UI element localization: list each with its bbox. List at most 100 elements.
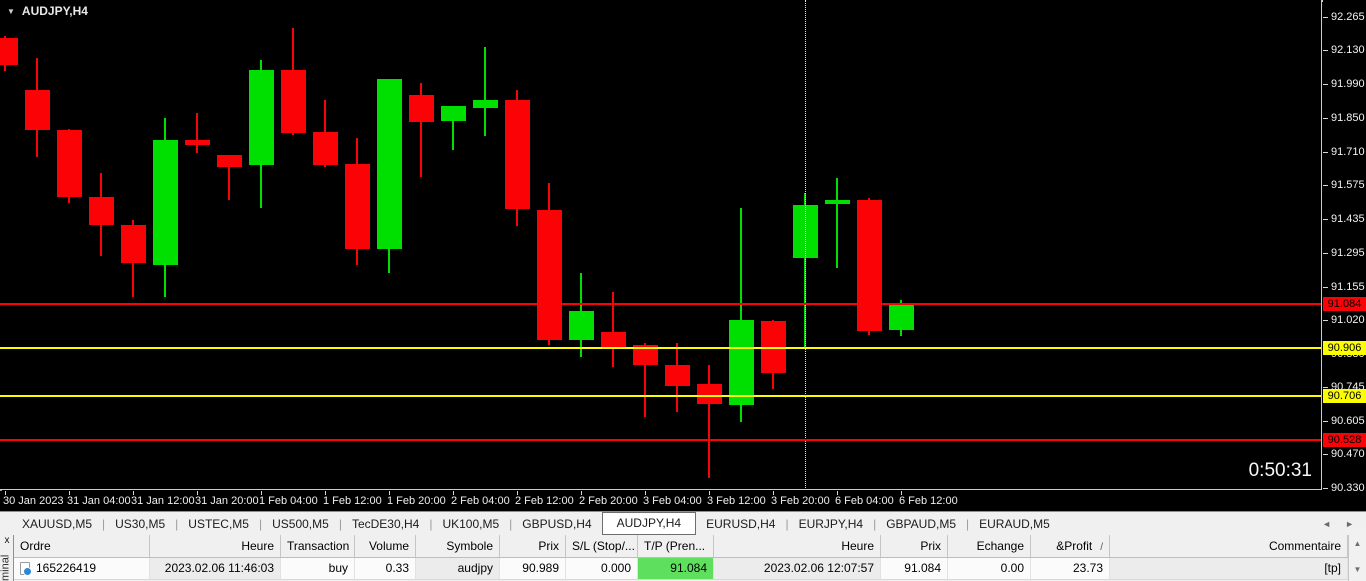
price-tick-label: 91.710	[1331, 146, 1365, 158]
column-header-volume[interactable]: Volume	[355, 535, 416, 557]
column-header-profit[interactable]: &Profit /	[1031, 535, 1110, 557]
price-tick-mark	[1323, 387, 1328, 388]
column-header-tp[interactable]: T/P (Pren...	[638, 535, 714, 557]
order-document-icon	[20, 562, 32, 576]
time-axis[interactable]: 30 Jan 2023 31 Jan 04:00 31 Jan 12:00 31 Ja…	[0, 491, 1322, 511]
chart-tab-euraud-m5[interactable]: EURAUD,M5	[969, 514, 1060, 534]
price-tick-mark	[1323, 421, 1328, 422]
cell-commentaire: [tp]	[1110, 558, 1348, 579]
time-tick-label: 31 Jan 20:00	[195, 495, 259, 507]
symbol-period-text: AUDJPY,H4	[21, 4, 88, 18]
price-tick-mark	[1323, 219, 1328, 220]
candle-body	[89, 197, 114, 225]
time-tick-label: 30 Jan 2023	[3, 495, 64, 507]
tab-nav: ◄ ►	[1322, 519, 1366, 529]
chart-tab-gbpusd-h4[interactable]: GBPUSD,H4	[512, 514, 601, 534]
scroll-down-icon[interactable]: ▼	[1351, 563, 1364, 576]
terminal-panel: x Terminal Ordre Heure Transaction Volume Sy…	[0, 535, 1366, 581]
price-tick-label: 90.330	[1331, 482, 1365, 494]
chart-plot-area[interactable]: ▼ AUDJPY,H4 0:50:31	[0, 0, 1322, 490]
order-row[interactable]: 165226419 2023.02.06 11:46:03 buy 0.33 audjp…	[14, 558, 1348, 580]
scroll-up-icon[interactable]: ▲	[1351, 537, 1364, 550]
time-tick-label: 6 Feb 04:00	[835, 495, 894, 507]
candle-wick	[196, 113, 198, 153]
candle-body	[505, 100, 530, 209]
time-tick-label: 2 Feb 20:00	[579, 495, 638, 507]
candle-body	[601, 332, 626, 347]
candle-body	[313, 132, 338, 165]
price-tick-mark	[1323, 118, 1328, 119]
column-header-heure2[interactable]: Heure	[714, 535, 881, 557]
time-tick-label: 1 Feb 20:00	[387, 495, 446, 507]
price-axis[interactable]: 92.265 92.130 91.990 91.850 91.710 91.575 91.4…	[1323, 0, 1366, 511]
price-level-line[interactable]	[0, 439, 1321, 441]
chart-tab-us500-m5[interactable]: US500,M5	[262, 514, 339, 534]
price-level-line[interactable]	[0, 303, 1321, 305]
cell-profit: 23.73	[1031, 558, 1110, 579]
time-tick-label: 2 Feb 04:00	[451, 495, 510, 507]
column-header-prix[interactable]: Prix	[500, 535, 566, 557]
tab-scroll-left-icon[interactable]: ◄	[1322, 519, 1331, 529]
column-header-transaction[interactable]: Transaction	[281, 535, 355, 557]
time-tick-label: 31 Jan 04:00	[67, 495, 131, 507]
time-tick-label: 3 Feb 20:00	[771, 495, 830, 507]
chart-tab-tecde30-h4[interactable]: TecDE30,H4	[342, 514, 429, 534]
candle-body	[665, 365, 690, 386]
price-tick-mark	[1323, 185, 1328, 186]
price-tick-mark	[1323, 253, 1328, 254]
chart-tab-eurusd-h4[interactable]: EURUSD,H4	[696, 514, 785, 534]
candle-body	[889, 304, 914, 330]
cell-tp: 91.084	[638, 558, 714, 579]
time-tick-label: 3 Feb 12:00	[707, 495, 766, 507]
cell-transaction: buy	[281, 558, 355, 579]
price-tick-label: 91.155	[1331, 281, 1365, 293]
column-header-heure[interactable]: Heure	[150, 535, 281, 557]
price-tick-label: 91.575	[1331, 179, 1365, 191]
chart-symbol-label[interactable]: ▼ AUDJPY,H4	[7, 4, 88, 18]
candle-body	[345, 164, 370, 249]
column-header-symbole[interactable]: Symbole	[416, 535, 500, 557]
chart-tab-uk100-m5[interactable]: UK100,M5	[432, 514, 509, 534]
column-header-echange[interactable]: Echange	[948, 535, 1031, 557]
orders-table: Ordre Heure Transaction Volume Symbole Prix S/…	[14, 535, 1348, 580]
price-tick-mark	[1323, 84, 1328, 85]
sort-indicator: /	[1100, 542, 1103, 553]
day-separator-line	[805, 0, 806, 489]
price-tick-mark	[1323, 287, 1328, 288]
price-tick-label: 91.990	[1331, 78, 1365, 90]
terminal-side-title: Terminal	[0, 554, 12, 581]
chart-tab-ustec-m5[interactable]: USTEC,M5	[178, 514, 259, 534]
chart-tab-xauusd-m5[interactable]: XAUUSD,M5	[12, 514, 102, 534]
chart-tab-gbpaud-m5[interactable]: GBPAUD,M5	[876, 514, 966, 534]
chart-tab-eurjpy-h4[interactable]: EURJPY,H4	[789, 514, 873, 534]
chart-tab-audjpy-h4[interactable]: AUDJPY,H4	[601, 511, 697, 535]
candle-wick	[484, 47, 486, 136]
column-header-prix2[interactable]: Prix	[881, 535, 948, 557]
candle-body	[729, 320, 754, 405]
chart-tab-us30-m5[interactable]: US30,M5	[105, 514, 175, 534]
price-tick-mark	[1323, 320, 1328, 321]
price-tick-label: 90.470	[1331, 448, 1365, 460]
price-tick-label: 91.295	[1331, 247, 1365, 259]
price-tick-label: 91.850	[1331, 112, 1365, 124]
candle-body	[825, 200, 850, 204]
column-header-commentaire[interactable]: Commentaire	[1110, 535, 1348, 557]
column-header-sl[interactable]: S/L (Stop/...	[566, 535, 638, 557]
candle-body	[409, 95, 434, 122]
price-tick-label: 91.435	[1331, 213, 1365, 225]
table-scrollbar[interactable]: ▲ ▼	[1348, 535, 1366, 581]
price-level-line[interactable]	[0, 395, 1321, 397]
price-tick-mark	[1323, 454, 1328, 455]
time-tick-label: 2 Feb 12:00	[515, 495, 574, 507]
time-tick-label: 6 Feb 12:00	[899, 495, 958, 507]
cell-prix2: 91.084	[881, 558, 948, 579]
chevron-down-icon: ▼	[7, 7, 15, 16]
cell-heure2: 2023.02.06 12:07:57	[714, 558, 881, 579]
tab-scroll-right-icon[interactable]: ►	[1345, 519, 1354, 529]
column-header-ordre[interactable]: Ordre	[14, 535, 150, 557]
price-tick-label: 92.265	[1331, 11, 1365, 23]
cell-echange: 0.00	[948, 558, 1031, 579]
candle-body	[569, 311, 594, 340]
candle-countdown-timer: 0:50:31	[1248, 460, 1312, 481]
price-level-line[interactable]	[0, 347, 1321, 349]
